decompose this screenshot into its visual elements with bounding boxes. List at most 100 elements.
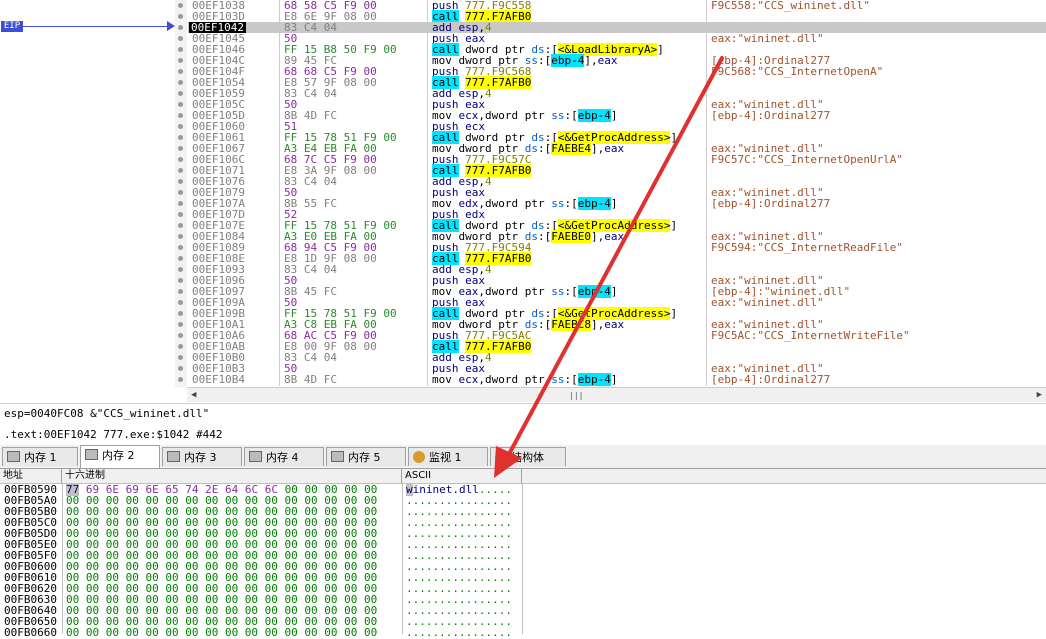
breakpoint-dot-icon[interactable]	[178, 14, 183, 19]
memory-icon	[331, 451, 344, 462]
tab-1[interactable]: 内存 1	[2, 447, 78, 466]
breakpoint-dot-icon[interactable]	[178, 124, 183, 129]
instruction-token: ecx	[458, 373, 479, 386]
breakpoint-dot-icon[interactable]	[178, 355, 183, 360]
breakpoint-dot-icon[interactable]	[178, 322, 183, 327]
jump-arrow-gutter	[0, 0, 176, 387]
instruction-token: mov	[432, 373, 459, 386]
instruction-address: 00EF10B4	[192, 373, 245, 386]
breakpoint-dot-icon[interactable]	[178, 146, 183, 151]
breakpoint-column[interactable]	[175, 0, 187, 387]
breakpoint-dot-icon[interactable]	[178, 212, 183, 217]
watch-icon	[413, 451, 425, 463]
instruction-text: mov ecx,dword ptr ss:[ebp-4]	[432, 373, 618, 386]
scroll-right-icon[interactable]: ▶	[1037, 390, 1042, 400]
disasm-row[interactable]: 00EF1042 83 C4 04 add esp,4	[188, 22, 1046, 33]
disasm-row[interactable]: 00EF107A 8B 55 FC mov edx,dword ptr ss:[eb…	[188, 197, 1046, 210]
tab-label: 结构体	[511, 451, 544, 464]
dump-hex: 00 00 00 00 00 00 00 00 00 00 00 00 00 0…	[66, 626, 378, 639]
breakpoint-dot-icon[interactable]	[178, 47, 183, 52]
tab-5[interactable]: 内存 5	[326, 447, 406, 466]
disassembly-view[interactable]: EIP 00EF1038 68 58 C5 F9 00 push 777.F9C55…	[0, 0, 1046, 403]
tab-6[interactable]: 监视 1	[408, 447, 488, 466]
breakpoint-dot-icon[interactable]	[178, 245, 183, 250]
dump-tab-bar: 内存 1 内存 2 内存 3 内存 4 内存 5 监视 1 结构体	[0, 445, 1046, 469]
breakpoint-dot-icon[interactable]	[178, 366, 183, 371]
disasm-row[interactable]: 00EF10B4 8B 4D FC mov ecx,dword ptr ss:[eb…	[188, 373, 1046, 386]
instruction-token: ebp-4	[577, 373, 611, 386]
dump-address: 00FB0660	[4, 626, 57, 639]
breakpoint-dot-icon[interactable]	[178, 234, 183, 239]
instruction-comment: F9C57C:"CCS_InternetOpenUrlA"	[711, 153, 904, 166]
breakpoint-dot-icon[interactable]	[178, 377, 183, 382]
memory-icon	[7, 451, 20, 462]
memory-icon	[167, 451, 180, 462]
breakpoint-dot-icon[interactable]	[178, 300, 183, 305]
instruction-token: ]	[610, 373, 618, 386]
breakpoint-dot-icon[interactable]	[178, 135, 183, 140]
breakpoint-dot-icon[interactable]	[178, 69, 183, 74]
instruction-comment: eax:"wininet.dll"	[711, 296, 824, 309]
breakpoint-dot-icon[interactable]	[178, 223, 183, 228]
breakpoint-dot-icon[interactable]	[178, 333, 183, 338]
breakpoint-dot-icon[interactable]	[178, 91, 183, 96]
tab-4[interactable]: 内存 4	[244, 447, 324, 466]
breakpoint-dot-icon[interactable]	[178, 344, 183, 349]
breakpoint-dot-icon[interactable]	[178, 289, 183, 294]
tab-label: 监视 1	[429, 451, 462, 464]
header-ascii[interactable]: ASCII	[402, 469, 522, 483]
header-address[interactable]: 地址	[0, 469, 62, 483]
disasm-row[interactable]: 00EF1076 83 C4 04 add esp,4	[188, 176, 1046, 187]
info-line-esp: esp=0040FC08 &"CCS_wininet.dll"	[4, 407, 210, 420]
eip-arrow-line	[23, 26, 169, 27]
breakpoint-dot-icon[interactable]	[178, 278, 183, 283]
dump-ascii: ................	[406, 626, 512, 639]
tab-7[interactable]: 结构体	[490, 447, 566, 466]
eip-arrow-icon	[167, 21, 175, 31]
instruction-comment: [ebp-4]:Ordinal277	[711, 109, 831, 122]
tab-label: 内存 3	[184, 451, 217, 464]
memory-icon	[249, 451, 262, 462]
memory-dump-view[interactable]: 地址 十六进制 ASCII 00FB0590 77 69 6E 69 6E 65 …	[0, 469, 1046, 638]
tab-label: 内存 5	[348, 451, 381, 464]
memory-icon	[85, 449, 98, 460]
breakpoint-dot-icon[interactable]	[178, 80, 183, 85]
instruction-comment: F9C558:"CCS_wininet.dll"	[711, 0, 870, 12]
breakpoint-dot-icon[interactable]	[178, 267, 183, 272]
instruction-comment: F9C568:"CCS_InternetOpenA"	[711, 65, 884, 78]
breakpoint-dot-icon[interactable]	[178, 3, 183, 8]
breakpoint-dot-icon[interactable]	[178, 256, 183, 261]
breakpoint-dot-icon[interactable]	[178, 201, 183, 206]
info-line-location: .text:00EF1042 777.exe:$1042 #442	[4, 428, 223, 441]
scroll-left-icon[interactable]: ◀	[191, 390, 196, 400]
horizontal-scrollbar[interactable]: ◀ ||| ▶	[187, 387, 1046, 402]
tab-2[interactable]: 内存 2	[80, 445, 160, 468]
breakpoint-dot-icon[interactable]	[178, 102, 183, 107]
breakpoint-dot-icon[interactable]	[178, 113, 183, 118]
breakpoint-dot-icon[interactable]	[178, 311, 183, 316]
tab-label: 内存 1	[24, 451, 57, 464]
header-hex[interactable]: 十六进制	[62, 469, 402, 483]
tab-label: 内存 4	[266, 451, 299, 464]
dump-row[interactable]: 00FB0660 00 00 00 00 00 00 00 00 00 00 00…	[0, 627, 1046, 638]
dump-header: 地址 十六进制 ASCII	[0, 469, 1046, 484]
instruction-token: ss	[551, 373, 565, 386]
disasm-row[interactable]: 00EF105D 8B 4D FC mov ecx,dword ptr ss:[eb…	[188, 109, 1046, 122]
breakpoint-dot-icon[interactable]	[178, 190, 183, 195]
breakpoint-dot-icon[interactable]	[178, 179, 183, 184]
tab-3[interactable]: 内存 3	[162, 447, 242, 466]
instruction-comment: [ebp-4]:Ordinal277	[711, 197, 831, 210]
disasm-row[interactable]: 00EF1093 83 C4 04 add esp,4	[188, 264, 1046, 275]
instruction-token: ,dword ptr	[478, 373, 552, 386]
disasm-row[interactable]: 00EF1059 83 C4 04 add esp,4	[188, 88, 1046, 99]
breakpoint-dot-icon[interactable]	[178, 157, 183, 162]
breakpoint-dot-icon[interactable]	[178, 25, 183, 30]
breakpoint-dot-icon[interactable]	[178, 168, 183, 173]
eip-label: EIP	[1, 21, 23, 32]
disasm-row[interactable]: 00EF1097 8B 45 FC mov eax,dword ptr ss:[eb…	[188, 285, 1046, 298]
disasm-row[interactable]: 00EF10B0 83 C4 04 add esp,4	[188, 352, 1046, 363]
disasm-rows: 00EF1038 68 58 C5 F9 00 push 777.F9C558 F9C…	[188, 0, 1046, 386]
breakpoint-dot-icon[interactable]	[178, 58, 183, 63]
scroll-thumb-icon[interactable]: |||	[569, 391, 583, 400]
breakpoint-dot-icon[interactable]	[178, 36, 183, 41]
